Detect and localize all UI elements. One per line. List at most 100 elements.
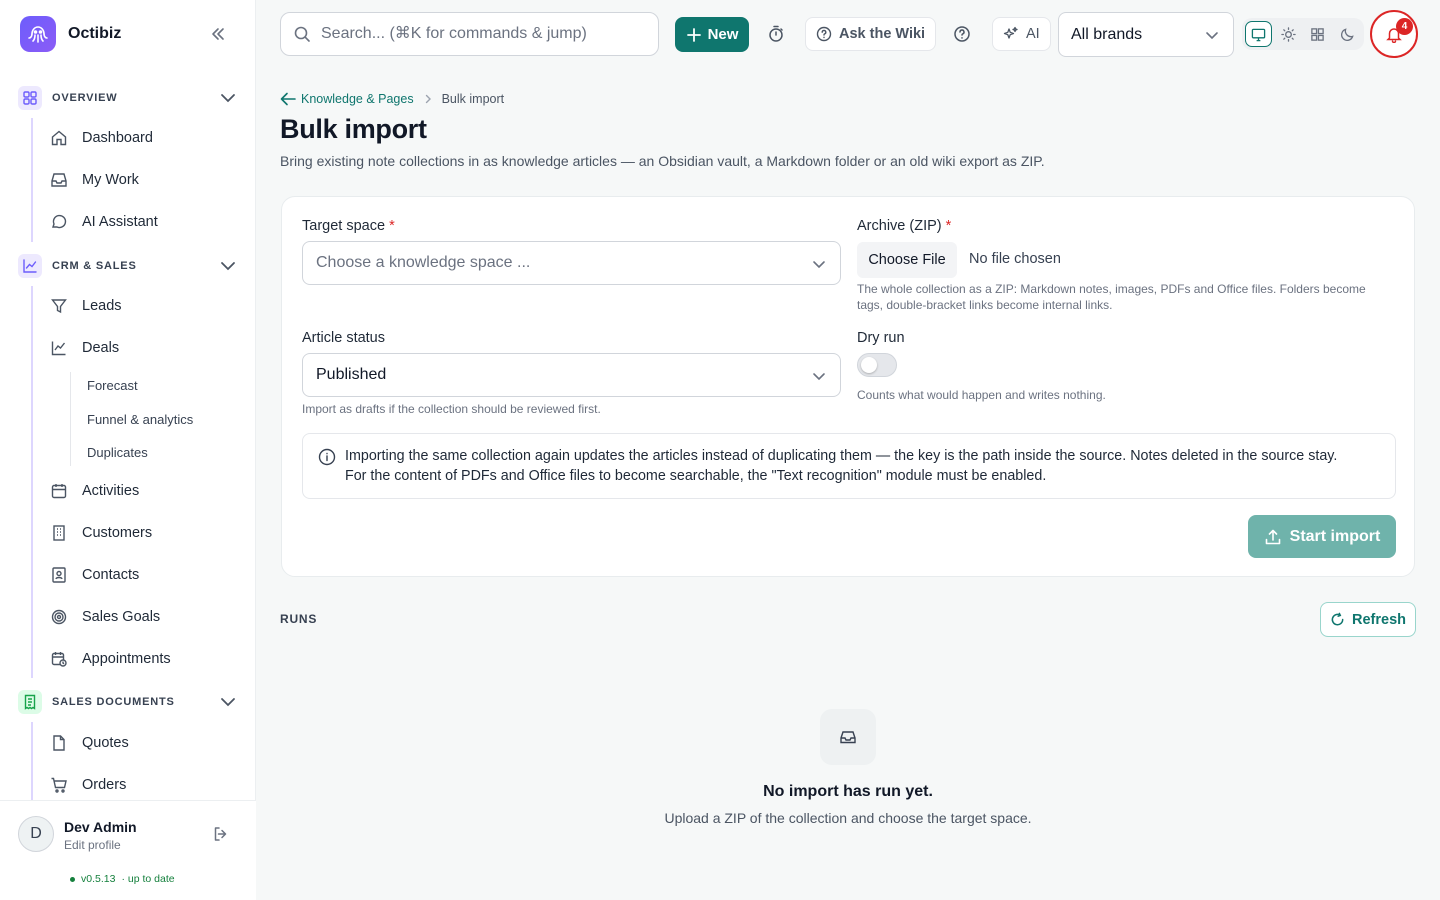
sidebar-item-sales-goals[interactable]: Sales Goals	[50, 600, 240, 634]
plus-icon	[686, 27, 701, 42]
dry-run-hint: Counts what would happen and writes noth…	[857, 388, 1106, 402]
section-overview[interactable]: OVERVIEW	[18, 86, 240, 110]
breadcrumb-parent-link[interactable]: Knowledge & Pages	[280, 92, 414, 106]
trend-icon	[51, 341, 66, 356]
search-icon	[294, 26, 310, 42]
ask-wiki-button[interactable]: Ask the Wiki	[805, 17, 937, 51]
article-status-select[interactable]: Published	[302, 353, 841, 397]
profile-panel: D Dev Admin Edit profile v0.5.13 · up to…	[0, 800, 256, 900]
chevron-down-icon	[1206, 32, 1218, 40]
start-import-button[interactable]: Start import	[1248, 515, 1396, 558]
article-status-hint: Import as drafts if the collection shoul…	[302, 402, 601, 416]
question-circle-icon	[816, 26, 832, 42]
info-notice: Importing the same collection again upda…	[302, 433, 1396, 499]
empty-state-subtitle: Upload a ZIP of the collection and choos…	[664, 810, 1032, 826]
section-label: CRM & SALES	[52, 260, 137, 272]
target-space-label: Target space *	[302, 218, 395, 234]
empty-state-title: No import has run yet.	[763, 783, 933, 800]
section-label: OVERVIEW	[52, 92, 118, 104]
arrow-left-icon	[280, 92, 296, 106]
page-title: Bulk import	[280, 114, 427, 144]
refresh-icon	[1331, 612, 1344, 626]
theme-layout-button[interactable]	[1305, 21, 1332, 47]
sun-icon	[1280, 26, 1296, 42]
chat-bubble-icon	[52, 214, 67, 229]
info-line-2: For the content of PDFs and Office files…	[345, 468, 1047, 484]
theme-switcher	[1242, 18, 1364, 50]
help-icon	[954, 26, 970, 42]
page-subtitle: Bring existing note collections in as kn…	[280, 153, 1045, 169]
avatar[interactable]: D	[18, 816, 54, 852]
user-name: Dev Admin	[64, 819, 137, 835]
funnel-icon	[51, 299, 67, 314]
search-input[interactable]	[321, 25, 641, 43]
info-icon	[318, 448, 336, 466]
sidebar-item-appointments[interactable]: Appointments	[50, 642, 240, 676]
info-line-1: Importing the same collection again upda…	[345, 448, 1338, 464]
inbox-icon	[840, 731, 856, 744]
double-chevron-left-icon	[212, 28, 224, 40]
search-box[interactable]	[280, 12, 659, 56]
stopwatch-icon	[769, 25, 783, 42]
chevron-right-icon	[425, 94, 431, 104]
notification-count-badge: 4	[1396, 18, 1413, 35]
sidebar-item-quotes[interactable]: Quotes	[50, 726, 240, 760]
theme-dark-button[interactable]	[1334, 21, 1361, 47]
sidebar-item-deals[interactable]: Deals	[50, 331, 240, 365]
sidebar-item-my-work[interactable]: My Work	[50, 163, 240, 197]
timer-button[interactable]	[764, 22, 788, 46]
refresh-button[interactable]: Refresh	[1320, 602, 1416, 637]
version-info: v0.5.13 · up to date	[70, 873, 175, 885]
sidebar-item-orders[interactable]: Orders	[50, 768, 240, 802]
theme-system-button[interactable]	[1245, 21, 1272, 47]
notifications-button[interactable]: 4	[1370, 10, 1418, 58]
brand-filter-select[interactable]: All brands	[1058, 12, 1234, 57]
sidebar-item-leads[interactable]: Leads	[50, 289, 240, 323]
breadcrumb-current: Bulk import	[441, 92, 505, 106]
status-dot-icon	[70, 876, 75, 882]
upload-icon	[1265, 529, 1280, 544]
calendar-clock-icon	[51, 652, 67, 667]
ai-button[interactable]: AI	[992, 17, 1051, 51]
archive-label: Archive (ZIP) *	[857, 218, 952, 234]
chevron-down-icon	[813, 373, 825, 381]
breadcrumb: Knowledge & Pages Bulk import	[280, 92, 504, 106]
theme-light-button[interactable]	[1275, 21, 1302, 47]
chevron-down-icon	[221, 262, 235, 271]
sidebar: Octibiz OVERVIEW Dashboard My Work AI As…	[0, 0, 256, 900]
required-mark: *	[389, 218, 395, 234]
new-button[interactable]: New	[675, 17, 749, 52]
edit-profile-link[interactable]: Edit profile	[64, 838, 121, 852]
help-button[interactable]	[950, 22, 974, 46]
section-sales-documents[interactable]: SALES DOCUMENTS	[18, 690, 240, 714]
article-status-label: Article status	[302, 330, 385, 346]
document-icon	[53, 735, 65, 751]
grid-icon	[18, 86, 42, 110]
receipt-icon	[18, 690, 42, 714]
sidebar-item-activities[interactable]: Activities	[50, 474, 240, 508]
sidebar-item-ai-assistant[interactable]: AI Assistant	[50, 205, 240, 239]
home-icon	[51, 130, 67, 146]
chart-line-icon	[18, 254, 42, 278]
sidebar-item-dashboard[interactable]: Dashboard	[50, 121, 240, 155]
sidebar-item-contacts[interactable]: Contacts	[50, 558, 240, 592]
file-status: No file chosen	[969, 251, 1061, 267]
version-status: · up to date	[121, 873, 175, 885]
logout-icon	[214, 827, 227, 841]
import-form-card: Target space * Choose a knowledge space …	[281, 196, 1415, 577]
sidebar-subitem-duplicates[interactable]: Duplicates	[87, 445, 148, 460]
sidebar-item-customers[interactable]: Customers	[50, 516, 240, 550]
brand[interactable]: Octibiz	[20, 16, 121, 52]
contact-card-icon	[52, 567, 66, 583]
section-crm-sales[interactable]: CRM & SALES	[18, 254, 240, 278]
dry-run-toggle[interactable]	[857, 353, 897, 377]
sidebar-subitem-forecast[interactable]: Forecast	[87, 378, 138, 393]
building-icon	[53, 525, 65, 541]
logout-button[interactable]	[212, 825, 230, 848]
layout-grid-icon	[1311, 27, 1325, 41]
chevron-down-icon	[813, 261, 825, 269]
choose-file-button[interactable]: Choose File	[857, 242, 957, 278]
target-space-select[interactable]: Choose a knowledge space ...	[302, 241, 841, 285]
collapse-sidebar-button[interactable]	[206, 22, 230, 46]
sidebar-subitem-funnel-analytics[interactable]: Funnel & analytics	[87, 412, 193, 427]
